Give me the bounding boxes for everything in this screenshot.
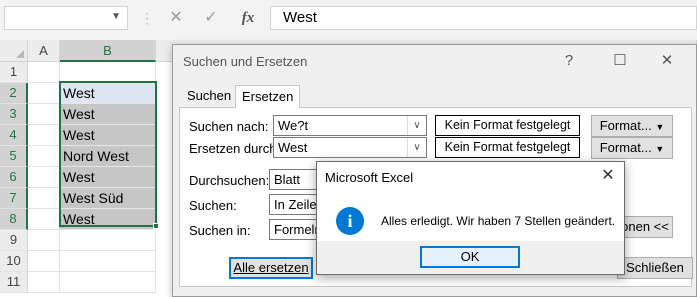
- cell-a3[interactable]: [28, 104, 60, 125]
- find-format-label: Format...: [599, 118, 652, 133]
- row-header-9[interactable]: 9: [0, 230, 28, 251]
- row-header-2[interactable]: 2: [0, 83, 28, 104]
- tab-suchen[interactable]: Suchen: [181, 85, 237, 107]
- replace-all-button[interactable]: Alle ersetzen: [229, 257, 313, 279]
- row-header-6[interactable]: 6: [0, 167, 28, 188]
- row-header-11[interactable]: 11: [0, 272, 28, 293]
- tab-ersetzen[interactable]: Ersetzen: [235, 85, 301, 108]
- cell-a10[interactable]: [28, 251, 60, 272]
- name-box[interactable]: ▼: [4, 6, 128, 30]
- cell-a1[interactable]: [28, 62, 60, 83]
- message-box-title: Microsoft Excel: [325, 170, 414, 185]
- cell-a7[interactable]: [28, 188, 60, 209]
- cell-b1[interactable]: [60, 62, 156, 83]
- replace-input-value: West: [278, 140, 308, 155]
- info-icon: i: [336, 207, 364, 235]
- close-button[interactable]: Schließen: [617, 257, 693, 279]
- column-header-b[interactable]: B: [60, 40, 156, 62]
- cell-a2[interactable]: [28, 83, 60, 104]
- cell-a4[interactable]: [28, 125, 60, 146]
- replace-format-preview: Kein Format festgelegt: [435, 137, 580, 158]
- tab-ersetzen-label: Ersetzen: [242, 89, 294, 104]
- replace-input[interactable]: West ∨: [273, 137, 427, 158]
- search-label: Suchen:: [189, 198, 237, 213]
- row-header-8[interactable]: 8: [0, 209, 28, 230]
- find-input[interactable]: We?t ∨: [273, 115, 427, 136]
- row-header-10[interactable]: 10: [0, 251, 28, 272]
- cell-a11[interactable]: [28, 272, 60, 293]
- replace-format-button[interactable]: Format... ▼: [591, 137, 673, 159]
- row-header-7[interactable]: 7: [0, 188, 28, 209]
- lookin-label: Suchen in:: [189, 223, 251, 238]
- options-button[interactable]: onen <<: [617, 216, 673, 238]
- cell-b11[interactable]: [60, 272, 156, 293]
- cell-b10[interactable]: [60, 251, 156, 272]
- chevron-down-icon[interactable]: ▼: [111, 11, 121, 22]
- row-header-4[interactable]: 4: [0, 125, 28, 146]
- cell-a9[interactable]: [28, 230, 60, 251]
- find-label: Suchen nach:: [189, 119, 269, 134]
- find-input-value: We?t: [278, 118, 309, 133]
- dropdown-arrow-icon: ▼: [655, 122, 665, 132]
- replace-format-label: Format...: [599, 140, 652, 155]
- cell-a5[interactable]: [28, 146, 60, 167]
- ok-button[interactable]: OK: [420, 246, 520, 268]
- dropdown-arrow-icon: ▼: [655, 144, 665, 154]
- column-header-a[interactable]: A: [28, 40, 60, 62]
- close-icon[interactable]: ✕: [597, 165, 619, 187]
- insert-function-icon[interactable]: fx: [234, 6, 262, 30]
- row-header-1[interactable]: 1: [0, 62, 28, 83]
- cell-a8[interactable]: [28, 209, 60, 230]
- replace-label: Ersetzen durch:: [189, 141, 281, 156]
- row-header-5[interactable]: 5: [0, 146, 28, 167]
- grip-icon: ⋮: [140, 8, 154, 28]
- find-format-preview: Kein Format festgelegt: [435, 115, 580, 136]
- help-icon[interactable]: ?: [557, 49, 581, 73]
- chevron-down-icon[interactable]: ∨: [407, 138, 426, 157]
- replace-all-label: Alle ersetzen: [233, 260, 309, 275]
- chevron-down-icon[interactable]: ∨: [407, 116, 426, 135]
- cell-b9[interactable]: [60, 230, 156, 251]
- message-text: Alles erledigt. Wir haben 7 Stellen geän…: [381, 214, 616, 228]
- close-icon[interactable]: ✕: [655, 49, 679, 73]
- message-box: Microsoft Excel ✕ i Alles erledigt. Wir …: [316, 161, 625, 275]
- selection-border: [59, 81, 157, 227]
- find-format-button[interactable]: Format... ▼: [591, 115, 673, 137]
- cell-a6[interactable]: [28, 167, 60, 188]
- cancel-icon[interactable]: ✕: [162, 6, 190, 30]
- enter-icon[interactable]: ✓: [197, 6, 225, 30]
- fill-handle[interactable]: [153, 223, 159, 229]
- formula-input[interactable]: West: [270, 6, 697, 30]
- dialog-title: Suchen und Ersetzen: [183, 54, 308, 69]
- row-header-3[interactable]: 3: [0, 104, 28, 125]
- within-label: Durchsuchen:: [189, 173, 270, 188]
- maximize-icon[interactable]: ☐: [608, 49, 632, 73]
- tab-suchen-label: Suchen: [187, 88, 232, 103]
- select-all-corner[interactable]: [0, 40, 28, 62]
